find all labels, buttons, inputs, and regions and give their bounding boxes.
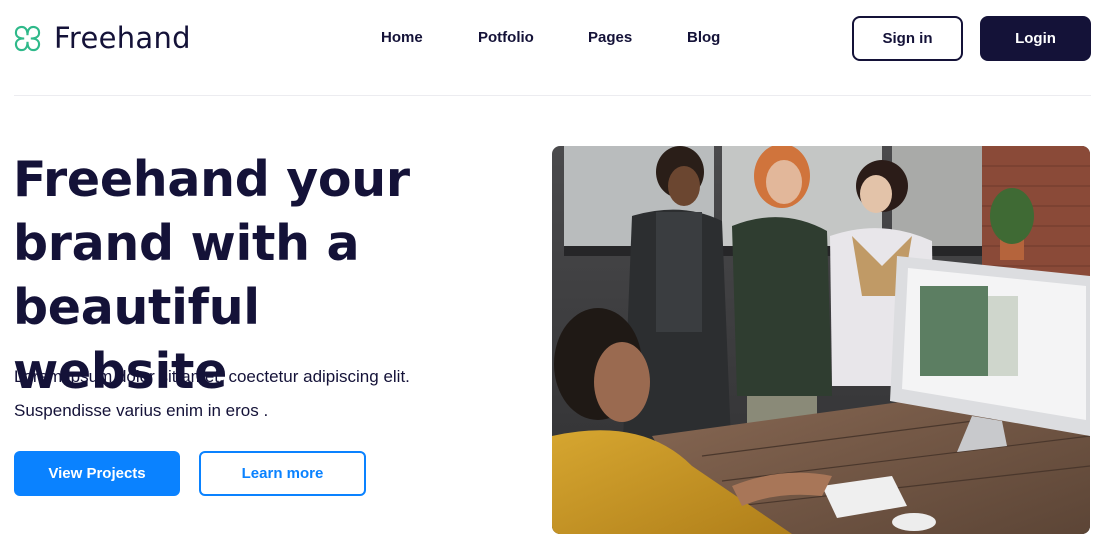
header-divider [14, 95, 1091, 96]
site-header: Freehand Home Potfolio Pages Blog Sign i… [0, 0, 1103, 96]
clover-icon [14, 25, 41, 51]
hero-image [552, 146, 1090, 534]
nav-item-portfolio[interactable]: Potfolio [478, 29, 534, 47]
hero-subtitle: Lorem ipsum dolor sit amet, coectetur ad… [14, 367, 410, 420]
sign-in-button[interactable]: Sign in [852, 16, 963, 61]
brand-name: Freehand [54, 21, 191, 55]
nav-item-home[interactable]: Home [381, 29, 423, 47]
learn-more-button[interactable]: Learn more [199, 451, 366, 496]
nav-item-pages[interactable]: Pages [588, 29, 632, 47]
brand-logo[interactable]: Freehand [14, 22, 191, 54]
nav-item-blog[interactable]: Blog [687, 29, 720, 47]
view-projects-button[interactable]: View Projects [14, 451, 180, 496]
login-button[interactable]: Login [980, 16, 1091, 61]
team-office-photo [552, 146, 1090, 534]
